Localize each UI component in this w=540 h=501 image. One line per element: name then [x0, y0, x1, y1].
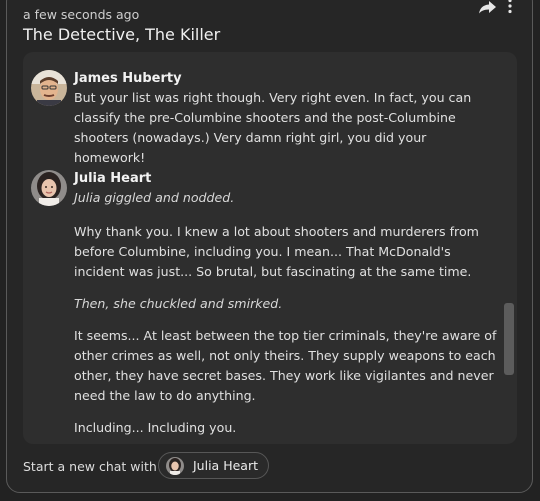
chat-scrollbar[interactable]: [504, 303, 514, 375]
message-text: But your list was right though. Very rig…: [74, 90, 472, 165]
message-text: Including... Including you.: [74, 420, 237, 435]
avatar-julia-heart-image: [31, 170, 67, 206]
post-timestamp: a few seconds ago: [23, 7, 140, 22]
avatar: [166, 457, 184, 475]
share-arrow-icon[interactable]: [478, 0, 498, 14]
new-chat-character-button[interactable]: Julia Heart: [158, 452, 269, 479]
more-vertical-icon[interactable]: [505, 0, 515, 14]
message-action-text: Julia giggled and nodded.: [74, 190, 235, 205]
character-name: Julia Heart: [193, 458, 258, 473]
message-text: It seems... At least between the top tie…: [74, 328, 497, 403]
new-chat-label: Start a new chat with: [23, 459, 157, 474]
avatar: [31, 170, 67, 206]
avatar: [31, 70, 67, 106]
avatar-james-huberty-image: [31, 70, 67, 106]
message-action-text: Then, she chuckled and smirked.: [74, 296, 283, 311]
page-title[interactable]: The Detective, The Killer: [23, 25, 220, 44]
message-author: Julia Heart: [74, 171, 152, 186]
message-author: James Huberty: [74, 71, 182, 86]
chat-transcript[interactable]: James Huberty But your list was right th…: [23, 52, 517, 444]
message-text: Why thank you. I knew a lot about shoote…: [74, 224, 479, 279]
avatar-julia-heart-small-image: [166, 457, 184, 475]
